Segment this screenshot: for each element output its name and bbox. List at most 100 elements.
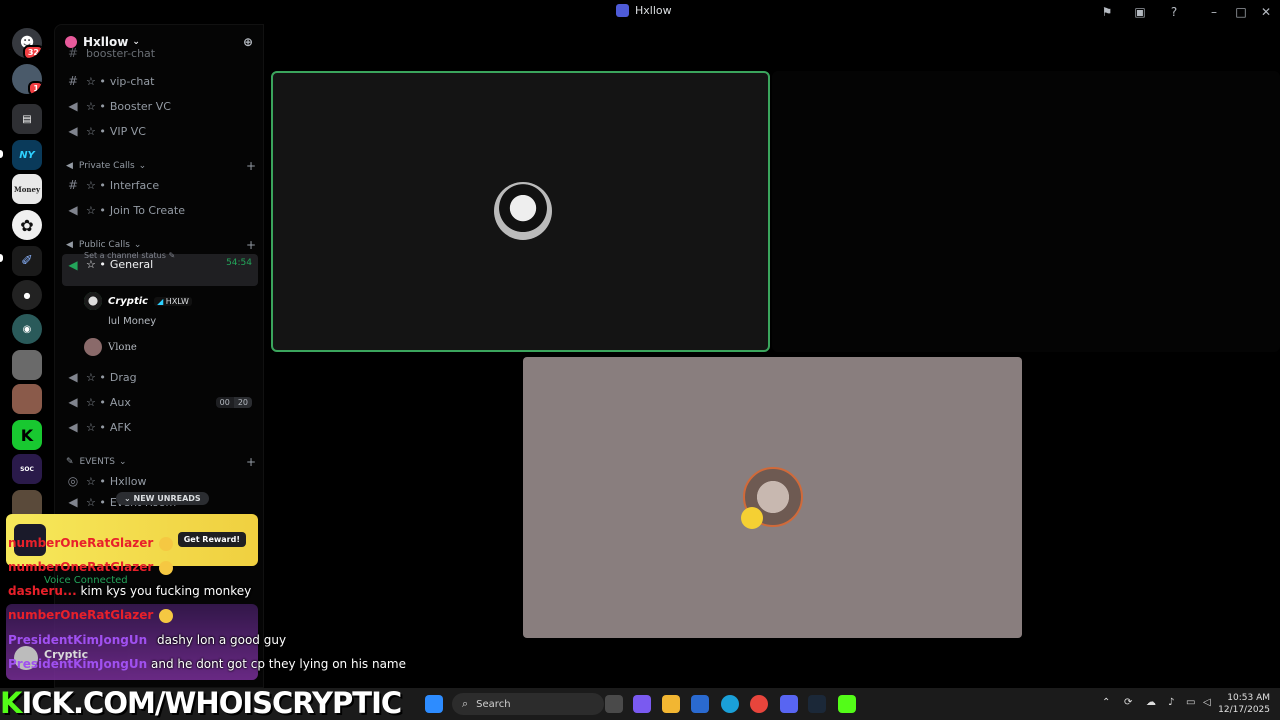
volume-icon[interactable]: ◁	[1203, 697, 1211, 708]
cloud-icon[interactable]: ☁	[1146, 697, 1156, 708]
steam-icon[interactable]	[808, 695, 826, 713]
kick-icon[interactable]	[838, 695, 856, 713]
close-icon[interactable]: ✕	[1258, 4, 1274, 20]
server-icon[interactable]: ✐	[12, 246, 42, 276]
video-tile-empty[interactable]	[772, 71, 1280, 352]
category-events[interactable]: ✎ EVENTS ⌄ +	[66, 455, 256, 469]
stage-icon: ◎	[67, 474, 79, 488]
channel-interface[interactable]: # ☆ • Interface	[62, 173, 258, 197]
add-channel-icon[interactable]: +	[246, 238, 256, 252]
voice-user[interactable]: Cryptic ◢ HXLW	[84, 292, 192, 310]
minimize-icon[interactable]: –	[1206, 4, 1222, 20]
speaker-icon: ◀	[68, 203, 78, 217]
taskbar-search[interactable]: ⌕ Search	[452, 693, 604, 715]
crying-emoji-icon	[159, 560, 174, 575]
window-title: Hxllow	[616, 4, 672, 17]
category-public-calls[interactable]: ◀ Public Calls ⌄ +	[66, 238, 256, 252]
speaker-icon: ◀	[68, 370, 78, 384]
star-icon: ☆ •	[86, 370, 106, 384]
chat-message: numberOneRatGlazer	[8, 560, 174, 575]
taskbar-clock[interactable]: 10:53 AM 12/17/2025	[1218, 692, 1270, 716]
server-icon[interactable]: 1	[12, 64, 42, 94]
task-view-icon[interactable]	[605, 695, 623, 713]
server-icon[interactable]: ▤	[12, 104, 42, 134]
video-tile-speaking[interactable]	[271, 71, 770, 352]
channel-hxllow[interactable]: ◎ ☆ • Hxllow	[62, 469, 258, 493]
speaker-icon: ◀	[68, 495, 78, 509]
chat-message: PresidentKimJongUn and he dont got cp th…	[8, 657, 406, 671]
get-reward-button[interactable]: Get Reward!	[177, 532, 246, 547]
channel-status-hint[interactable]: Set a channel status ✎	[84, 251, 175, 260]
channel-join-to-create[interactable]: ◀ ☆ • Join To Create	[62, 198, 258, 222]
channel-drag[interactable]: ◀ ☆ • Drag	[62, 365, 258, 389]
chevron-down-icon: ⌄	[119, 457, 127, 467]
star-icon: ☆ •	[86, 203, 106, 217]
server-icon[interactable]: Money	[12, 174, 42, 204]
crying-emoji-icon	[159, 536, 174, 551]
channel-booster-vc[interactable]: ◀ ☆ • Booster VC	[62, 94, 258, 118]
star-icon: ☆ •	[86, 124, 106, 138]
server-icon[interactable]	[12, 384, 42, 414]
add-channel-icon[interactable]: +	[246, 455, 256, 469]
server-icon[interactable]: ✿	[12, 210, 42, 240]
star-icon: ☆ •	[86, 99, 106, 113]
user-limit-badge: 00 20	[215, 396, 252, 408]
windows-start-icon[interactable]	[425, 695, 443, 713]
channel-vip-chat[interactable]: # ☆ • vip-chat	[62, 69, 258, 93]
category-private-calls[interactable]: ◀ Private Calls ⌄ +	[66, 159, 256, 173]
speaker-icon: ◀	[68, 420, 78, 434]
store-icon[interactable]	[691, 695, 709, 713]
microphone-icon[interactable]: ♪	[1168, 697, 1174, 708]
add-channel-icon[interactable]: +	[246, 159, 256, 173]
avatar	[84, 338, 102, 356]
channel-aux[interactable]: ◀ ☆ • Aux 00 20	[62, 390, 258, 414]
kick-url-banner: KICK.COM/WHOISCRYPTIC	[0, 686, 402, 720]
discord-icon[interactable]	[780, 695, 798, 713]
channel-afk[interactable]: ◀ ☆ • AFK	[62, 415, 258, 439]
edge-icon[interactable]	[721, 695, 739, 713]
chevron-down-icon: ⌄	[138, 161, 147, 171]
inbox-icon[interactable]: ▣	[1132, 4, 1148, 20]
leaf-icon: ◢	[157, 296, 164, 306]
server-icon[interactable]	[12, 350, 42, 380]
channel-booster-chat[interactable]: # booster-chat	[62, 46, 258, 60]
copilot-icon[interactable]	[633, 695, 651, 713]
direct-messages-icon[interactable]: ☻ 32	[12, 28, 42, 58]
file-explorer-icon[interactable]	[662, 695, 680, 713]
pencil-icon: ✎	[168, 251, 176, 260]
speaker-icon: ◀	[68, 124, 78, 138]
unread-pill	[0, 150, 3, 158]
chrome-icon[interactable]	[750, 695, 768, 713]
server-icon[interactable]: ◉	[12, 314, 42, 344]
star-icon: ☆ •	[86, 395, 106, 409]
voice-user[interactable]: Vlone	[84, 338, 137, 356]
chevron-up-icon[interactable]: ⌃	[1102, 697, 1110, 708]
speaker-icon: ◀	[66, 240, 73, 250]
unread-pill	[0, 254, 3, 262]
star-icon: ☆ •	[86, 420, 106, 434]
voice-user[interactable]: lul Money	[84, 316, 156, 327]
server-icon[interactable]: ●	[12, 280, 42, 310]
network-icon[interactable]: ▭	[1186, 697, 1195, 708]
sync-icon[interactable]: ⟳	[1124, 697, 1132, 708]
speaker-icon: ◀	[68, 258, 78, 272]
title-bar: Hxllow ⚑ ▣ ? – □ ✕	[0, 0, 1280, 24]
channel-vip-vc[interactable]: ◀ ☆ • VIP VC	[62, 119, 258, 143]
server-icon[interactable]: K	[12, 420, 42, 450]
server-icon[interactable]: SOC	[12, 454, 42, 484]
star-icon: ☆ •	[86, 495, 106, 509]
flag-icon[interactable]: ⚑	[1099, 4, 1115, 20]
server-icon	[616, 4, 629, 17]
maximize-icon[interactable]: □	[1233, 4, 1249, 20]
speaker-icon: ◀	[68, 99, 78, 113]
server-icon[interactable]: NY	[12, 140, 42, 170]
help-icon[interactable]: ?	[1166, 4, 1182, 20]
hash-icon: #	[67, 46, 79, 60]
chat-message: PresidentKimJongUn dashy lon a good guy	[8, 633, 287, 647]
crying-emoji-icon	[159, 608, 174, 623]
duck-decoration-icon	[741, 507, 763, 529]
new-unreads-button[interactable]: ⌄ NEW UNREADS	[116, 492, 209, 505]
video-tile[interactable]	[523, 357, 1022, 638]
star-icon: ☆ •	[86, 178, 106, 192]
chat-message: dasheru... kim kys you fucking monkey	[8, 584, 252, 598]
